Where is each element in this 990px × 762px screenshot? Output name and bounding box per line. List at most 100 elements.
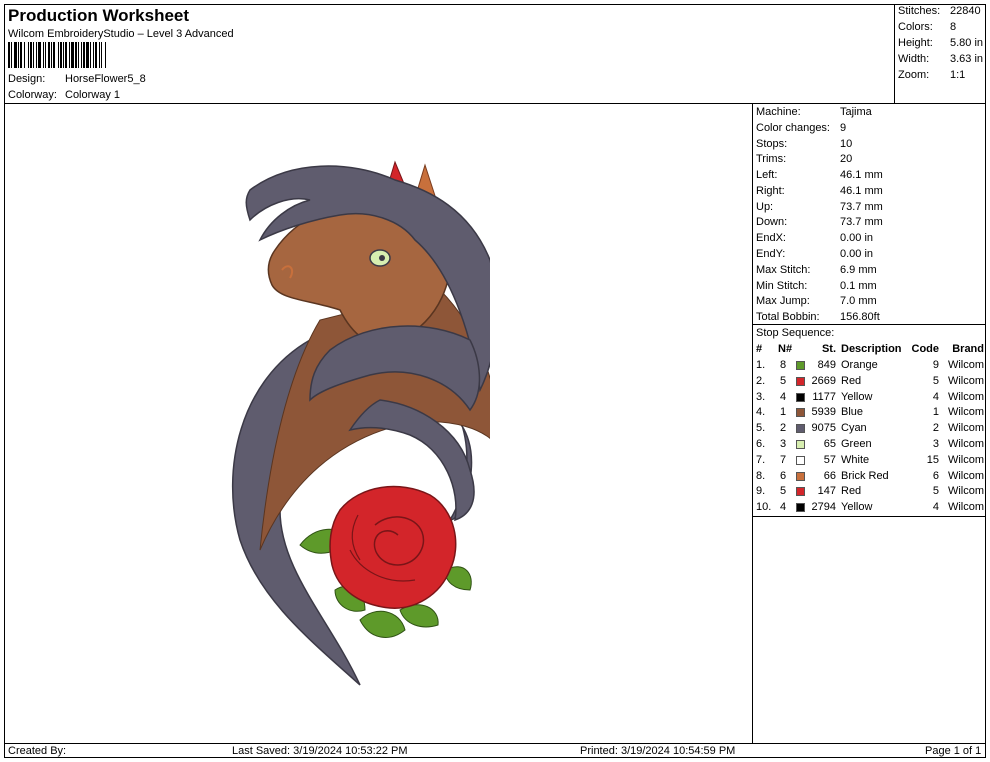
- col-description: Description: [841, 343, 902, 355]
- col-stitches: St.: [821, 343, 836, 355]
- row-brand: Wilcom: [947, 469, 984, 482]
- table-row: 2. 5 2669 Red 5 Wilcom: [756, 375, 984, 390]
- color-swatch: [796, 424, 805, 434]
- row-description: Red: [841, 485, 862, 498]
- row-code: 5: [932, 485, 939, 498]
- table-row: 6. 3 65 Green 3 Wilcom: [756, 438, 984, 453]
- row-code: 9: [932, 359, 939, 371]
- stop-sequence-title: Stop Sequence:: [756, 327, 835, 339]
- row-brand: Wilcom: [947, 485, 984, 498]
- table-row: 7. 7 57 White 15 Wilcom: [756, 454, 984, 469]
- table-row: 5. 2 9075 Cyan 2 Wilcom: [756, 422, 984, 437]
- row-needle: 2: [780, 422, 787, 435]
- row-description: Cyan: [841, 422, 867, 435]
- row-brand: Wilcom: [947, 501, 984, 514]
- barcode: [8, 42, 208, 68]
- header-divider: [4, 103, 986, 104]
- software-name: Wilcom EmbroideryStudio – Level 3 Advanc…: [8, 28, 234, 40]
- printed-date: Printed: 3/19/2024 10:54:59 PM: [580, 745, 736, 757]
- row-needle: 6: [780, 469, 787, 482]
- row-code: 15: [926, 453, 939, 466]
- table-row: 8. 6 66 Brick Red 6 Wilcom: [756, 470, 984, 485]
- rose-leaf-bottom-right: [399, 604, 439, 628]
- stop-sequence-divider: [752, 324, 986, 325]
- row-index: 10.: [756, 501, 772, 514]
- row-stitches: 147: [817, 485, 836, 498]
- row-brand: Wilcom: [947, 453, 984, 466]
- footer-divider: [4, 743, 986, 744]
- row-code: 3: [932, 438, 939, 450]
- row-stitches: 2669: [811, 374, 836, 387]
- row-description: Red: [841, 374, 862, 387]
- row-code: 4: [932, 501, 939, 514]
- color-swatch: [796, 487, 805, 497]
- colorway-value: Colorway 1: [65, 89, 121, 101]
- last-saved: Last Saved: 3/19/2024 10:53:22 PM: [232, 745, 408, 757]
- row-stitches: 66: [823, 469, 836, 482]
- row-index: 2.: [756, 374, 766, 387]
- row-stitches: 57: [823, 453, 836, 466]
- row-needle: 4: [780, 501, 787, 514]
- row-brand: Wilcom: [947, 359, 984, 371]
- row-stitches: 849: [817, 359, 836, 371]
- row-brand: Wilcom: [947, 406, 984, 419]
- design-value: HorseFlower5_8: [65, 73, 146, 85]
- stop-sequence-header: # N# St. Description Code Brand: [756, 343, 984, 358]
- row-description: Blue: [841, 406, 864, 419]
- row-needle: 1: [780, 406, 787, 419]
- table-row: 3. 4 1177 Yellow 4 Wilcom: [756, 391, 984, 406]
- color-swatch: [796, 392, 805, 402]
- row-index: 7.: [756, 453, 766, 466]
- row-description: White: [841, 453, 870, 466]
- color-swatch: [796, 503, 805, 513]
- row-needle: 3: [780, 438, 787, 450]
- row-brand: Wilcom: [947, 422, 984, 435]
- color-swatch: [796, 361, 805, 370]
- color-swatch: [796, 455, 805, 465]
- row-code: 4: [932, 390, 939, 403]
- color-swatch: [796, 471, 805, 481]
- row-stitches: 1177: [812, 390, 836, 403]
- row-index: 1.: [756, 359, 766, 371]
- stats-box: Stitches: 22840 Colors: 8 Height: 5.80 in W…: [898, 5, 984, 81]
- table-row: 9. 5 147 Red 5 Wilcom: [756, 485, 984, 500]
- row-stitches: 2794: [811, 501, 836, 514]
- row-index: 9.: [756, 485, 766, 498]
- row-code: 2: [932, 422, 939, 435]
- table-row: 4. 1 5939 Blue 1 Wilcom: [756, 406, 984, 421]
- row-index: 4.: [756, 406, 766, 419]
- row-brand: Wilcom: [947, 390, 984, 403]
- col-needle: N#: [778, 343, 793, 355]
- row-index: 8.: [756, 469, 766, 482]
- row-index: 5.: [756, 422, 766, 435]
- table-row: 10. 4 2794 Yellow 4 Wilcom: [756, 501, 984, 516]
- row-description: Brick Red: [841, 469, 889, 482]
- design-preview: [231, 160, 490, 686]
- row-code: 5: [932, 374, 939, 387]
- row-brand: Wilcom: [947, 438, 984, 450]
- table-row: 1. 8 849 Orange 9 Wilcom: [756, 359, 984, 374]
- row-code: 6: [932, 469, 939, 482]
- color-swatch: [796, 376, 805, 386]
- row-code: 1: [932, 406, 939, 419]
- row-needle: 8: [780, 359, 787, 371]
- color-swatch: [796, 408, 805, 418]
- row-stitches: 9075: [811, 422, 836, 435]
- row-description: Yellow: [841, 390, 873, 403]
- row-index: 3.: [756, 390, 766, 403]
- row-stitches: 5939: [811, 406, 836, 419]
- rose-leaf-bottom: [359, 610, 406, 638]
- row-needle: 4: [780, 390, 787, 403]
- row-index: 6.: [756, 438, 766, 450]
- row-needle: 7: [780, 453, 787, 466]
- colorway-label: Colorway:: [8, 89, 57, 101]
- stats-divider: [894, 4, 895, 104]
- color-swatch: [796, 440, 805, 449]
- side-panel-divider: [752, 103, 753, 744]
- row-needle: 5: [780, 374, 787, 387]
- col-index: #: [756, 343, 763, 355]
- page-title: Production Worksheet: [8, 6, 190, 25]
- row-brand: Wilcom: [947, 374, 984, 387]
- row-description: Green: [841, 438, 872, 450]
- col-brand: Brand: [952, 343, 984, 355]
